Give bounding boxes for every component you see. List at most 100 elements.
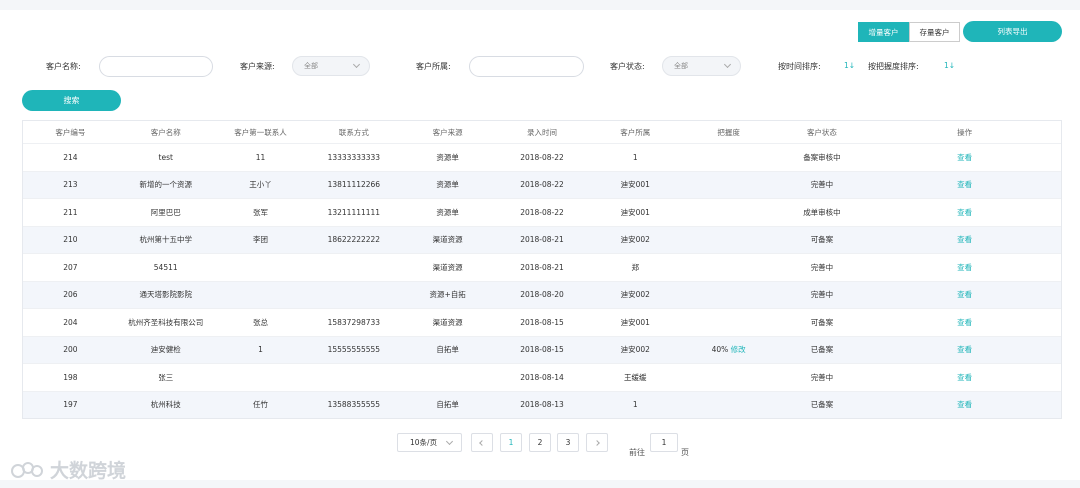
header-customer-id: 客户编号 xyxy=(55,127,86,137)
cell-first-contact: 11 xyxy=(255,152,266,162)
next-page-button[interactable] xyxy=(586,433,608,452)
edit-grasp-link[interactable]: 修改 xyxy=(731,345,746,354)
grasp-sort-label: 按把握度排序: xyxy=(868,62,919,71)
table-row: 210 杭州第十五中学 李团 18622222222 渠道资源 2018-08-… xyxy=(23,225,1061,253)
page-size-value: 10条/页 xyxy=(410,438,438,447)
view-link[interactable]: 查看 xyxy=(868,152,1061,163)
cell-customer-owner: 1 xyxy=(632,400,638,410)
table-row: 213 新增的一个资源 王小丫 13811112266 资源单 2018-08-… xyxy=(23,170,1061,198)
customer-status-select[interactable]: 全部 xyxy=(662,56,741,76)
view-link[interactable]: 查看 xyxy=(868,289,1061,300)
cell-entry-time: 2018-08-15 xyxy=(520,345,564,355)
customer-status-value: 全部 xyxy=(674,62,688,70)
view-link[interactable]: 查看 xyxy=(868,344,1061,355)
cell-customer-owner: 郑 xyxy=(631,262,640,272)
cell-first-contact: 王小丫 xyxy=(249,180,272,190)
customer-status-label: 客户状态: xyxy=(610,62,645,71)
chevron-down-icon xyxy=(723,60,732,69)
cell-customer-source: 渠道资源 xyxy=(432,317,463,327)
cell-customer-id: 197 xyxy=(63,400,78,410)
cell-contact-info: 18622222222 xyxy=(327,235,381,245)
cell-customer-id: 211 xyxy=(63,207,78,217)
table-row: 197 杭州科技 任竹 13588355555 自拓单 2018-08-13 1… xyxy=(23,390,1061,418)
cell-first-contact: 1 xyxy=(258,345,263,355)
table-header-row: 客户编号 客户名称 客户第一联系人 联系方式 客户来源 录入时间 客户所属 把握… xyxy=(23,121,1061,143)
cell-customer-owner: 迪安002 xyxy=(620,235,650,245)
cell-entry-time: 2018-08-21 xyxy=(520,235,564,245)
cell-customer-name: 通天塔影院影院 xyxy=(139,290,192,300)
customer-name-label: 客户名称: xyxy=(46,62,81,71)
cell-customer-status: 已备案 xyxy=(810,345,834,355)
chevron-down-icon xyxy=(352,60,361,69)
cell-contact-info: 15837298733 xyxy=(327,317,381,327)
cell-customer-name: test xyxy=(158,152,173,162)
cell-customer-name: 张三 xyxy=(158,372,174,382)
header-entry-time: 录入时间 xyxy=(526,127,557,137)
cell-entry-time: 2018-08-21 xyxy=(520,262,564,272)
stock-customer-tab[interactable]: 存量客户 xyxy=(909,22,960,42)
view-link[interactable]: 查看 xyxy=(868,317,1061,328)
cell-customer-owner: 迪安001 xyxy=(620,317,650,327)
page-button-2[interactable]: 2 xyxy=(529,433,551,452)
page-button-1[interactable]: 1 xyxy=(500,433,522,452)
header-customer-status: 客户状态 xyxy=(806,127,837,137)
table-row: 211 阿里巴巴 张军 13211111111 资源单 2018-08-22 迪… xyxy=(23,198,1061,226)
increment-customer-tab[interactable]: 增量客户 xyxy=(858,22,909,42)
cell-contact-info: 13811112266 xyxy=(327,180,381,190)
cell-customer-id: 210 xyxy=(63,235,78,245)
cell-customer-status: 可备案 xyxy=(810,235,834,245)
customer-table: 客户编号 客户名称 客户第一联系人 联系方式 客户来源 录入时间 客户所属 把握… xyxy=(22,120,1062,419)
goto-page-input[interactable]: 1 xyxy=(650,433,678,452)
table-row: 207 54511 渠道资源 2018-08-21 郑 完善中 查看 xyxy=(23,253,1061,281)
header-first-contact: 客户第一联系人 xyxy=(234,127,287,137)
view-link[interactable]: 查看 xyxy=(868,372,1061,383)
header-customer-source: 客户来源 xyxy=(432,127,463,137)
customer-owner-input[interactable] xyxy=(469,56,584,77)
customer-name-input[interactable] xyxy=(99,56,213,77)
export-list-button[interactable]: 列表导出 xyxy=(963,21,1062,42)
view-link[interactable]: 查看 xyxy=(868,234,1061,245)
cell-first-contact: 李团 xyxy=(253,235,269,245)
cell-customer-id: 207 xyxy=(63,262,78,272)
cell-customer-owner: 1 xyxy=(632,152,638,162)
cell-customer-owner: 迪安001 xyxy=(620,207,650,217)
cell-customer-id: 198 xyxy=(63,372,78,382)
goto-prefix: 前往 xyxy=(629,448,645,457)
cell-customer-name: 杭州第十五中学 xyxy=(139,235,192,245)
watermark-text: 大数跨境 xyxy=(50,460,127,482)
page-button-3[interactable]: 3 xyxy=(557,433,579,452)
cell-contact-info: 15555555555 xyxy=(327,345,381,355)
cell-entry-time: 2018-08-20 xyxy=(520,290,564,300)
cell-customer-id: 214 xyxy=(63,152,78,162)
customer-source-label: 客户来源: xyxy=(240,62,275,71)
table-row: 204 杭州齐圣科技有限公司 张总 15837298733 渠道资源 2018-… xyxy=(23,308,1061,336)
table-row: 200 迪安健检 1 15555555555 自拓单 2018-08-15 迪安… xyxy=(23,335,1061,363)
cell-customer-id: 204 xyxy=(63,317,78,327)
cell-customer-status: 可备案 xyxy=(810,317,834,327)
cell-customer-name: 杭州齐圣科技有限公司 xyxy=(128,317,204,327)
header-actions: 操作 xyxy=(957,127,973,137)
header-contact-info: 联系方式 xyxy=(338,127,369,137)
customer-owner-label: 客户所属: xyxy=(416,62,451,71)
cell-customer-status: 完善中 xyxy=(810,372,834,382)
view-link[interactable]: 查看 xyxy=(868,262,1061,273)
view-link[interactable]: 查看 xyxy=(868,207,1061,218)
customer-source-select[interactable]: 全部 xyxy=(292,56,370,76)
cell-contact-info: 13333333333 xyxy=(327,152,381,162)
page-size-select[interactable]: 10条/页 xyxy=(397,433,462,452)
view-link[interactable]: 查看 xyxy=(868,179,1061,190)
cell-customer-id: 206 xyxy=(63,290,78,300)
cell-customer-source: 资源单 xyxy=(436,180,459,190)
customer-type-toggle: 增量客户 存量客户 xyxy=(858,22,960,42)
prev-page-button[interactable] xyxy=(471,433,493,452)
cell-contact-info: 13588355555 xyxy=(327,400,381,410)
cell-first-contact: 张军 xyxy=(253,207,269,217)
cell-customer-name: 新增的一个资源 xyxy=(139,180,192,190)
cell-contact-info: 13211111111 xyxy=(327,207,381,217)
cell-customer-owner: 迪安002 xyxy=(620,345,650,355)
cell-grasp: 40% 修改 xyxy=(682,344,776,355)
grasp-sort-toggle[interactable]: 1↓ xyxy=(944,61,955,70)
time-sort-toggle[interactable]: 1↓ xyxy=(844,61,855,70)
view-link[interactable]: 查看 xyxy=(868,399,1061,410)
search-button[interactable]: 搜索 xyxy=(22,90,121,111)
